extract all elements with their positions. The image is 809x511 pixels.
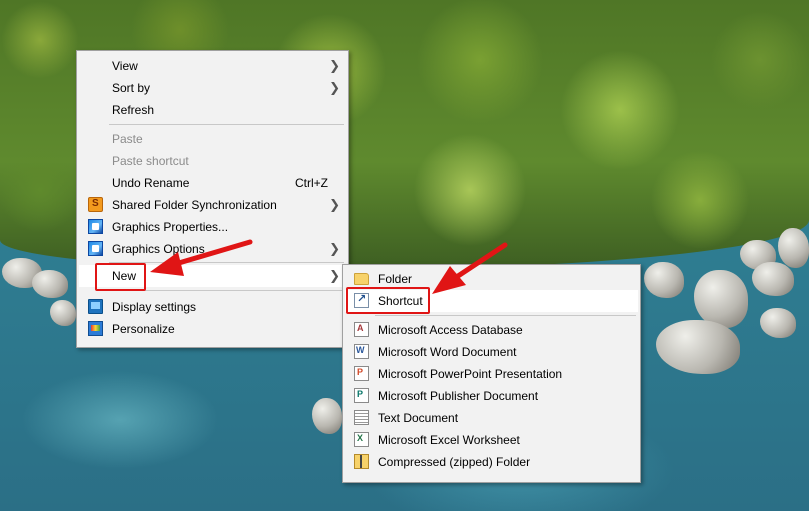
chevron-right-icon: ❯ <box>329 58 340 73</box>
submenu-item-zip-folder[interactable]: Compressed (zipped) Folder <box>345 451 638 473</box>
publisher-icon <box>354 388 369 403</box>
wallpaper-rock <box>752 262 794 296</box>
menu-item-label: Shared Folder Synchronization <box>112 198 277 212</box>
keyboard-shortcut: Ctrl+Z <box>295 176 328 190</box>
menu-item-label: Compressed (zipped) Folder <box>378 455 531 469</box>
menu-item-label: Paste shortcut <box>112 154 189 168</box>
menu-item-label: Microsoft Access Database <box>378 323 523 337</box>
wallpaper-rock <box>656 320 740 374</box>
menu-item-label: Text Document <box>378 411 459 425</box>
menu-item-display-settings[interactable]: Display settings <box>79 296 346 318</box>
wallpaper-rock <box>760 308 796 338</box>
menu-item-label: Microsoft PowerPoint Presentation <box>378 367 563 381</box>
text-document-icon <box>354 410 369 425</box>
excel-icon <box>354 432 369 447</box>
menu-separator <box>109 124 344 125</box>
menu-item-label: Folder <box>378 272 413 286</box>
menu-item-refresh[interactable]: Refresh <box>79 99 346 121</box>
menu-item-label: View <box>112 59 138 73</box>
desktop-context-menu: View ❯ Sort by ❯ Refresh Paste Paste sho… <box>76 50 349 348</box>
submenu-item-publisher-document[interactable]: Microsoft Publisher Document <box>345 385 638 407</box>
wallpaper-rock <box>50 300 76 326</box>
wallpaper-rock <box>778 228 809 268</box>
submenu-item-access-database[interactable]: Microsoft Access Database <box>345 319 638 341</box>
chevron-right-icon: ❯ <box>329 80 340 95</box>
submenu-item-excel-worksheet[interactable]: Microsoft Excel Worksheet <box>345 429 638 451</box>
menu-item-label: Microsoft Publisher Document <box>378 389 539 403</box>
graphics-properties-icon <box>88 219 103 234</box>
access-icon <box>354 322 369 337</box>
menu-item-undo-rename[interactable]: Undo Rename Ctrl+Z <box>79 172 346 194</box>
menu-item-label: Personalize <box>112 322 175 336</box>
menu-item-label: Paste <box>112 132 143 146</box>
menu-item-view[interactable]: View ❯ <box>79 55 346 77</box>
wallpaper-rock <box>32 270 68 298</box>
menu-item-graphics-options[interactable]: Graphics Options ❯ <box>79 238 346 260</box>
menu-item-label: Graphics Options <box>112 242 205 256</box>
submenu-item-text-document[interactable]: Text Document <box>345 407 638 429</box>
menu-separator <box>375 315 636 316</box>
menu-item-shared-folder-sync[interactable]: Shared Folder Synchronization ❯ <box>79 194 346 216</box>
wallpaper-rock <box>312 398 342 434</box>
menu-item-paste-shortcut: Paste shortcut <box>79 150 346 172</box>
chevron-right-icon: ❯ <box>329 268 340 283</box>
menu-item-personalize[interactable]: Personalize <box>79 318 346 340</box>
word-icon <box>354 344 369 359</box>
annotation-box-shortcut <box>346 287 430 314</box>
submenu-item-powerpoint-presentation[interactable]: Microsoft PowerPoint Presentation <box>345 363 638 385</box>
menu-item-sort-by[interactable]: Sort by ❯ <box>79 77 346 99</box>
shared-folder-sync-icon <box>88 197 103 212</box>
menu-item-label: Sort by <box>112 81 151 95</box>
submenu-item-word-document[interactable]: Microsoft Word Document <box>345 341 638 363</box>
menu-item-paste: Paste <box>79 128 346 150</box>
menu-item-label: Graphics Properties... <box>112 220 229 234</box>
zip-folder-icon <box>354 454 369 469</box>
display-settings-icon <box>88 299 103 314</box>
menu-item-label: Refresh <box>112 103 155 117</box>
folder-icon <box>354 273 369 285</box>
menu-item-label: Microsoft Excel Worksheet <box>378 433 520 447</box>
menu-item-label: Microsoft Word Document <box>378 345 517 359</box>
chevron-right-icon: ❯ <box>329 197 340 212</box>
powerpoint-icon <box>354 366 369 381</box>
annotation-box-new <box>95 263 146 291</box>
menu-item-label: Display settings <box>112 300 197 314</box>
menu-item-graphics-properties[interactable]: Graphics Properties... <box>79 216 346 238</box>
menu-item-label: Undo Rename <box>112 176 190 190</box>
chevron-right-icon: ❯ <box>329 241 340 256</box>
graphics-options-icon <box>88 241 103 256</box>
wallpaper-rock <box>644 262 684 298</box>
personalize-icon <box>88 321 103 336</box>
